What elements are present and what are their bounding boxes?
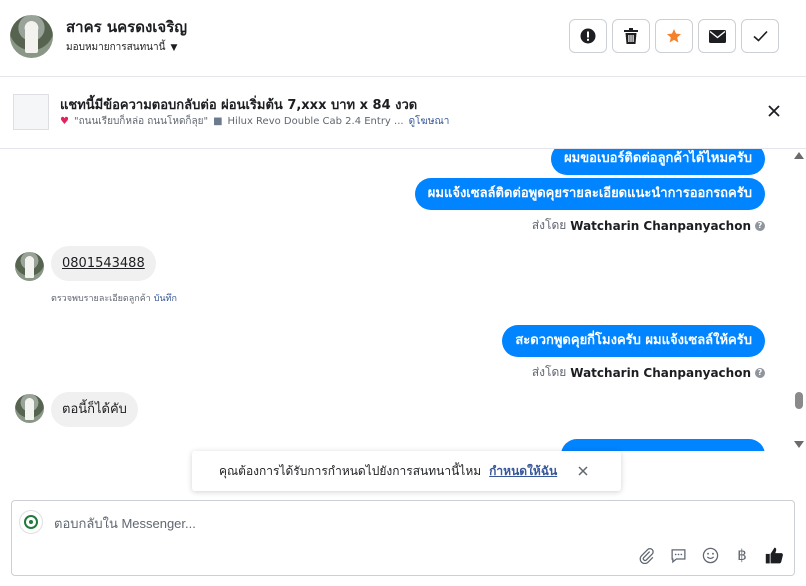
sent-by-name: Watcharin Chanpanyachon [570, 365, 751, 380]
header-actions [569, 19, 779, 53]
trash-icon [624, 28, 638, 44]
view-ad-link[interactable]: ดูโฆษณา [409, 114, 450, 129]
incoming-message[interactable]: 0801543488 [51, 246, 156, 281]
mark-done-button[interactable] [741, 19, 779, 53]
like-button[interactable] [764, 545, 784, 565]
contact-avatar[interactable] [10, 15, 53, 58]
assign-prompt: คุณต้องการได้รับการกำหนดไปยังการสนทนานี้… [192, 451, 621, 491]
emoji-button[interactable] [700, 545, 720, 565]
attach-button[interactable] [636, 545, 656, 565]
page-avatar [19, 510, 43, 534]
contact-avatar-small[interactable] [15, 394, 44, 423]
ad-thumbnail[interactable] [13, 94, 49, 130]
info-icon[interactable]: ? [755, 367, 765, 378]
ad-title: แชทนี้มีข้อความตอบกลับต่อ ผ่อนเริ่มต้น 7… [60, 98, 418, 113]
saved-replies-button[interactable] [668, 545, 688, 565]
check-icon [752, 30, 768, 42]
payment-button[interactable]: ฿ [732, 545, 752, 565]
conversation-header: สาคร นครดงเจริญ มอบหมายการสนทนานี้ ▼ [0, 0, 806, 77]
scrollbar-thumb[interactable] [795, 392, 803, 409]
thread-scrollbar[interactable] [792, 149, 806, 451]
reply-composer: ฿ [11, 500, 795, 576]
ad-quote: "ถนนเรียบก็หล่อ ถนนโหดก็ลุย" [73, 116, 209, 127]
sent-by-label: ส่งโดย Watcharin Chanpanyachon ? [532, 363, 765, 382]
assign-prompt-text: คุณต้องการได้รับการกำหนดไปยังการสนทนานี้… [219, 463, 482, 478]
smiley-icon [702, 547, 718, 563]
outgoing-message[interactable] [561, 439, 765, 451]
contact-avatar-small[interactable] [15, 252, 44, 281]
scroll-up-arrow-icon[interactable] [794, 152, 804, 159]
outgoing-message[interactable]: ผมขอเบอร์ติดต่อลูกค้าได้ไหมครับ [551, 149, 765, 175]
close-icon[interactable] [577, 465, 589, 477]
thumbs-up-icon [765, 547, 783, 563]
speech-bubble-icon [670, 548, 686, 563]
scroll-down-arrow-icon[interactable] [794, 441, 804, 448]
star-button[interactable] [655, 19, 693, 53]
outgoing-message[interactable]: ผมแจ้งเซลล์ติดต่อพูดคุยรายละเอียดแนะนำกา… [414, 178, 765, 210]
delete-button[interactable] [612, 19, 650, 53]
incoming-message[interactable]: ตอนี้ก็ได้คับ [51, 392, 138, 427]
car-icon: ■ [213, 116, 223, 127]
sent-by-name: Watcharin Chanpanyachon [570, 218, 751, 233]
ad-product: Hilux Revo Double Cab 2.4 Entry ... [227, 116, 404, 127]
spam-button[interactable] [569, 19, 607, 53]
mark-unread-button[interactable] [698, 19, 736, 53]
detected-note-text: ตรวจพบรายละเอียดลูกค้า [51, 294, 151, 304]
heart-icon: ♥ [60, 116, 69, 127]
outgoing-message[interactable]: สะดวกพูดคุยกี่โมงครับ ผมแจ้งเซลล์ให้ครับ [502, 325, 765, 357]
baht-icon: ฿ [737, 546, 747, 564]
info-icon[interactable]: ? [755, 220, 765, 231]
caret-down-icon: ▼ [170, 42, 178, 53]
contact-name[interactable]: สาคร นครดงเจริญ [66, 15, 187, 39]
phone-number-link[interactable]: 0801543488 [62, 256, 145, 271]
assign-to-me-link[interactable]: กำหนดให้ฉัน [489, 462, 557, 481]
assign-label: มอบหมายการสนทนานี้ [66, 42, 166, 53]
envelope-icon [708, 29, 726, 43]
ad-context-banner: แชทนี้มีข้อความตอบกลับต่อ ผ่อนเริ่มต้น 7… [0, 77, 806, 149]
close-icon[interactable] [766, 103, 782, 119]
message-thread[interactable]: ผมขอเบอร์ติดต่อลูกค้าได้ไหมครับ ผมแจ้งเซ… [0, 149, 792, 451]
sent-by-prefix: ส่งโดย [531, 218, 567, 232]
ad-subtitle: ♥ "ถนนเรียบก็หล่อ ถนนโหดก็ลุย" ■ Hilux R… [60, 114, 449, 129]
alert-icon [580, 28, 596, 44]
sent-by-label: ส่งโดย Watcharin Chanpanyachon ? [532, 216, 765, 235]
star-icon [667, 29, 681, 43]
assign-dropdown[interactable]: มอบหมายการสนทนานี้ ▼ [66, 40, 177, 55]
paperclip-icon [639, 547, 654, 564]
detected-details-note: ตรวจพบรายละเอียดลูกค้า บันทึก [51, 291, 177, 305]
save-link[interactable]: บันทึก [154, 294, 177, 304]
sent-by-prefix: ส่งโดย [531, 365, 567, 379]
reply-input[interactable] [54, 516, 654, 531]
composer-tools: ฿ [636, 545, 784, 565]
